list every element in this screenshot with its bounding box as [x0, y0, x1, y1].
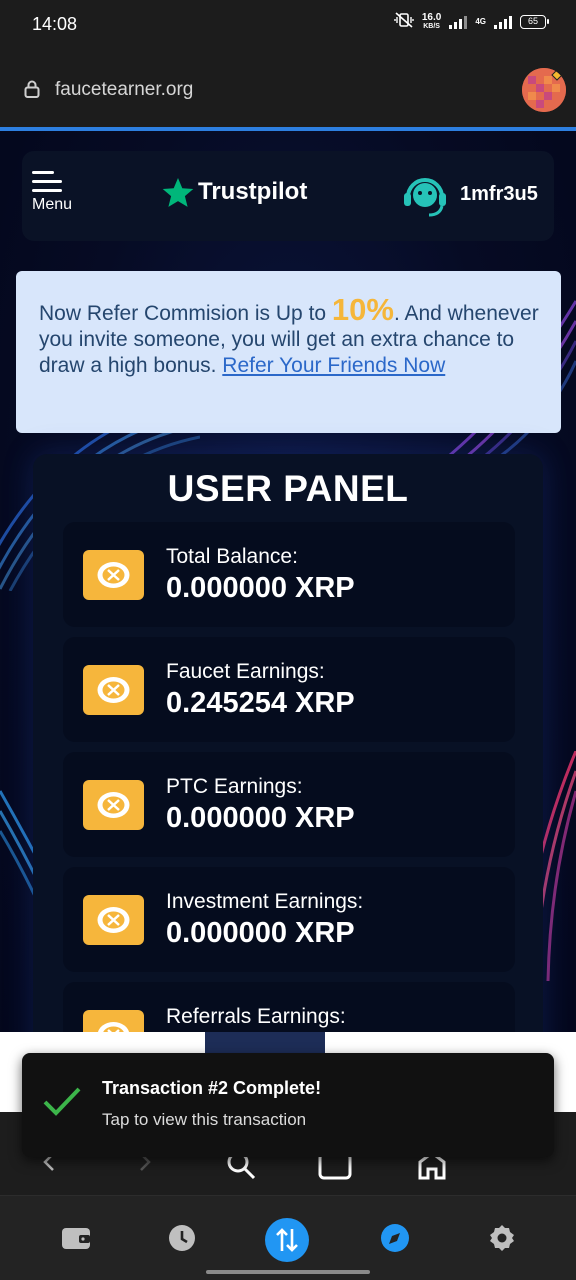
url-text[interactable]: faucetearner.org: [55, 79, 193, 101]
check-icon: [43, 1087, 81, 1116]
transfer-icon: [276, 1228, 298, 1252]
trustpilot-star-icon: [162, 178, 194, 207]
status-bar: 14:08 16.0 KB/S 4G 65: [0, 0, 576, 50]
signal-icon-2: [494, 15, 512, 29]
site-header: Menu Trustpilot 1mfr3u5: [22, 151, 554, 241]
card-label: Referrals Earnings:: [166, 1005, 346, 1028]
card-total-balance: Total Balance: 0.000000 XRP: [63, 522, 515, 627]
notice-text-before: Now Refer Commision is Up to: [39, 302, 332, 325]
net-speed: 16.0 KB/S: [421, 11, 442, 31]
card-value: 0.245254 XRP: [166, 687, 355, 719]
card-ptc-earnings: PTC Earnings: 0.000000 XRP: [63, 752, 515, 857]
support-headset-icon[interactable]: [402, 173, 448, 219]
net-speed-value: 16.0: [421, 11, 442, 23]
wallet-icon[interactable]: [56, 1218, 96, 1258]
referral-notice: Now Refer Commision is Up to 10%. And wh…: [16, 271, 561, 433]
vibrate-mute-icon: [394, 12, 414, 31]
card-label: PTC Earnings:: [166, 775, 303, 798]
transfer-button[interactable]: [265, 1218, 309, 1262]
screen: 14:08 16.0 KB/S 4G 65 faucetearner.org M…: [0, 0, 576, 1280]
card-investment-earnings: Investment Earnings: 0.000000 XRP: [63, 867, 515, 972]
status-time: 14:08: [32, 14, 78, 34]
history-icon[interactable]: [162, 1218, 202, 1258]
panel-title: USER PANEL: [167, 468, 409, 509]
card-value: 0.000000 XRP: [166, 572, 355, 604]
toast-subtitle: Tap to view this transaction: [102, 1110, 307, 1129]
notice-highlight: 10%: [331, 292, 394, 327]
hamburger-icon: [32, 171, 82, 192]
network-type: 4G: [475, 17, 486, 26]
status-icons: 16.0 KB/S 4G 65: [394, 11, 549, 31]
coin-icon: [83, 780, 144, 830]
toast-title: Transaction #2 Complete!: [102, 1078, 322, 1098]
card-label: Investment Earnings:: [166, 890, 364, 913]
menu-button[interactable]: Menu: [32, 171, 82, 221]
card-value: 0.000000 XRP: [166, 917, 355, 949]
menu-label: Menu: [32, 196, 73, 213]
username[interactable]: 1mfr3u5: [460, 183, 538, 206]
browser-compass-icon[interactable]: [375, 1218, 415, 1258]
trustpilot-label: Trustpilot: [198, 178, 308, 205]
lock-icon: [24, 80, 40, 98]
refer-friends-link[interactable]: Refer Your Friends Now: [222, 354, 445, 377]
coin-icon: [83, 895, 144, 945]
trustpilot-link[interactable]: Trustpilot: [162, 177, 307, 207]
card-value: 0.000000 XRP: [166, 802, 355, 834]
wallet-bottom-nav: [0, 1195, 576, 1280]
battery-icon: 65: [520, 14, 549, 29]
coin-icon: [83, 665, 144, 715]
settings-icon[interactable]: [482, 1218, 522, 1258]
browser-address-bar[interactable]: faucetearner.org: [0, 50, 576, 128]
card-faucet-earnings: Faucet Earnings: 0.245254 XRP: [63, 637, 515, 742]
gesture-home-indicator[interactable]: [206, 1270, 370, 1274]
signal-icon: [449, 15, 468, 29]
coin-icon: [83, 550, 144, 600]
card-label: Faucet Earnings:: [166, 660, 325, 683]
transaction-toast[interactable]: Transaction #2 Complete! Tap to view thi…: [22, 1053, 554, 1157]
net-speed-unit: KB/S: [423, 22, 440, 30]
account-avatar[interactable]: [522, 68, 566, 112]
card-label: Total Balance:: [166, 545, 298, 568]
